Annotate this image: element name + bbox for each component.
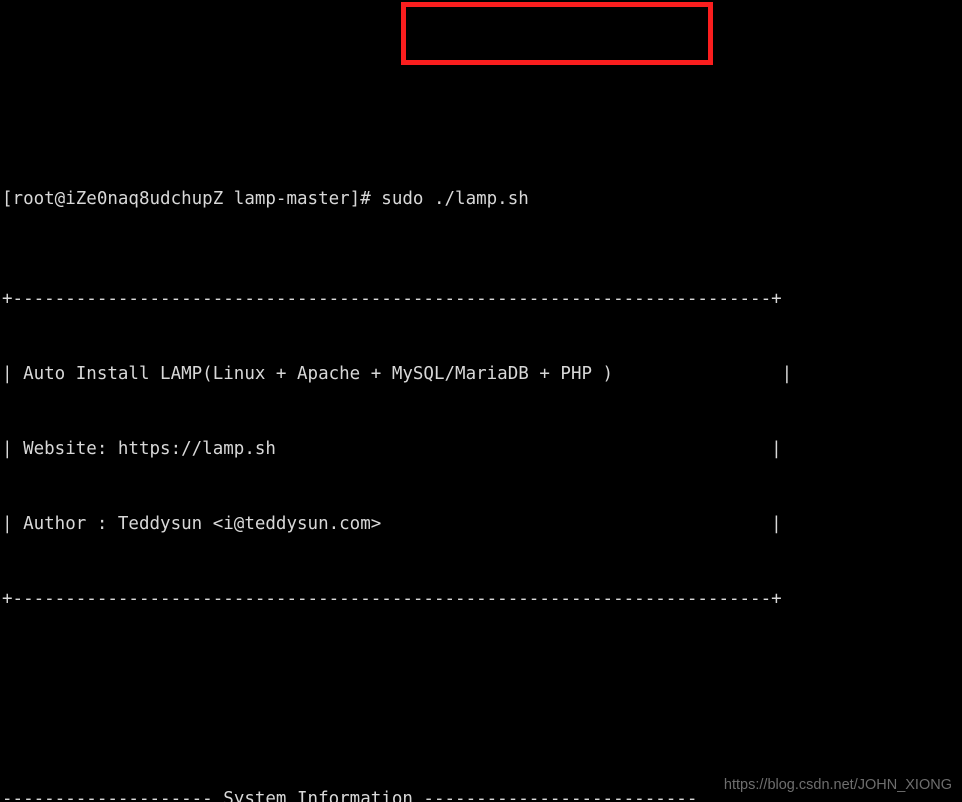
terminal-screen[interactable]: [root@iZe0naq8udchupZ lamp-master]# sudo… bbox=[0, 0, 962, 802]
shell-prompt-line[interactable]: [root@iZe0naq8udchupZ lamp-master]# sudo… bbox=[2, 187, 962, 212]
banner-bottom-border: +---------------------------------------… bbox=[2, 589, 782, 609]
banner-line-website: | Website: https://lamp.sh | bbox=[2, 439, 782, 459]
banner-line-title: | Auto Install LAMP(Linux + Apache + MyS… bbox=[2, 364, 793, 384]
terminal-output: [root@iZe0naq8udchupZ lamp-master]# sudo… bbox=[2, 0, 962, 802]
banner-top-border: +---------------------------------------… bbox=[2, 289, 782, 309]
scrollback-line-partial bbox=[2, 87, 962, 112]
banner-line-author: | Author : Teddysun <i@teddysun.com> | bbox=[2, 514, 782, 534]
blog-watermark: https://blog.csdn.net/JOHN_XIONG bbox=[723, 777, 952, 793]
